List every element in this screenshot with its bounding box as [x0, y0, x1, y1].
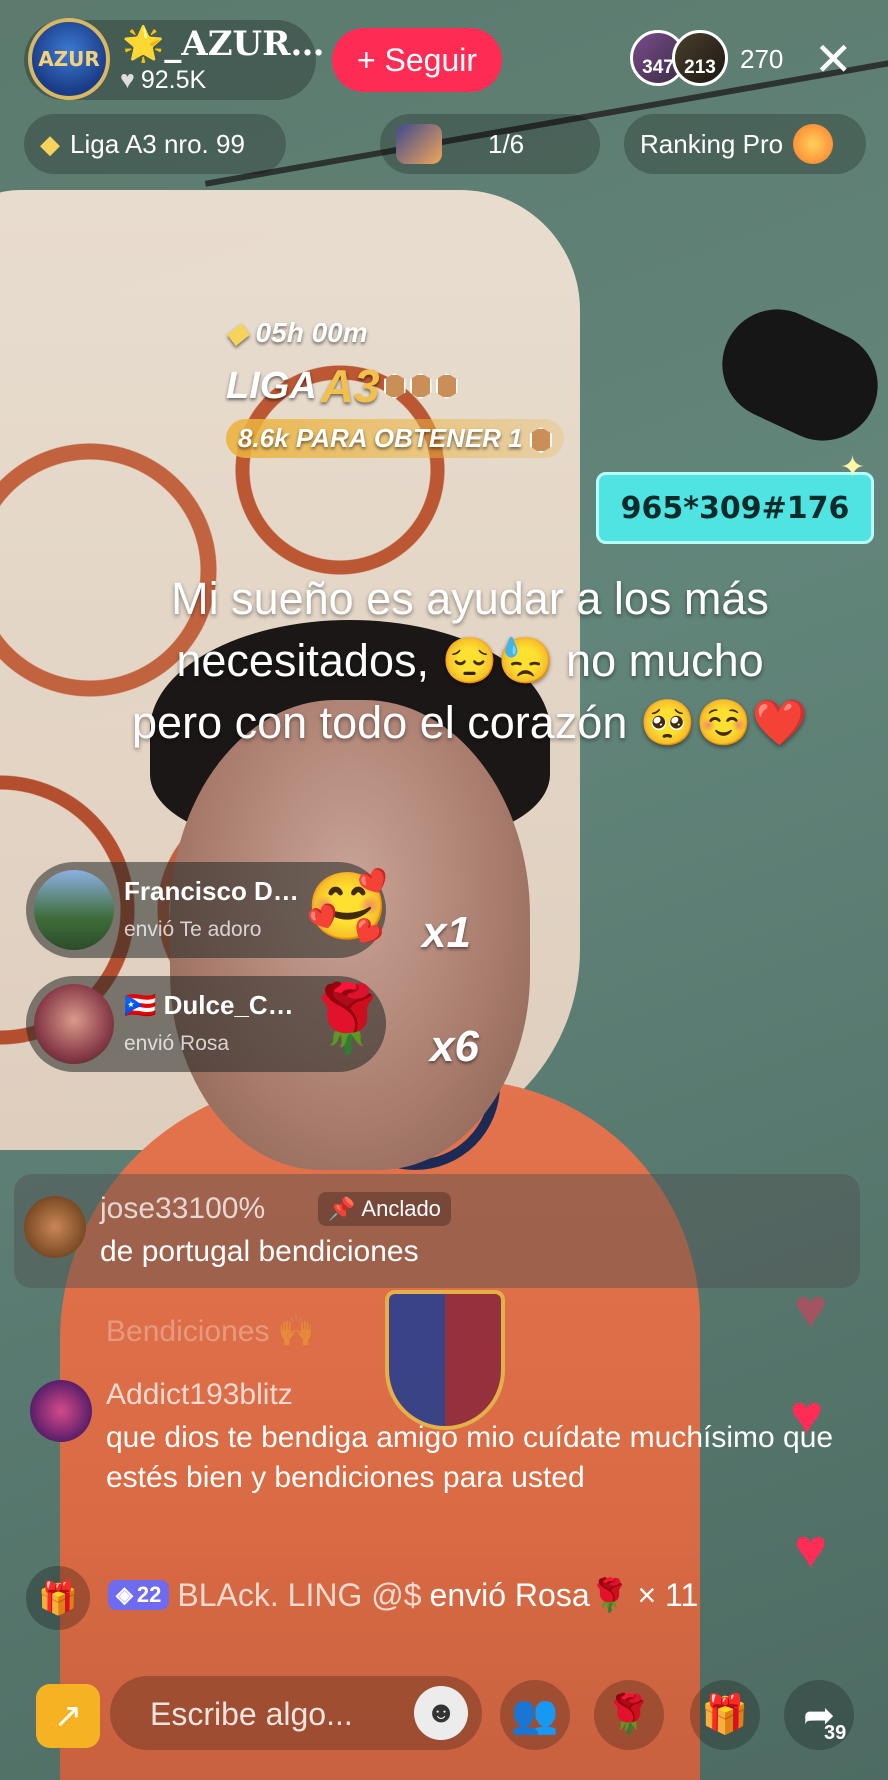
league-timer-value: 05h 00m [255, 316, 368, 348]
viewer-badge: 347 [642, 57, 674, 78]
level-badge: ◈ 22 [108, 1580, 170, 1610]
floating-heart-icon: ♥ [794, 1277, 828, 1340]
pin-icon: 📌 [328, 1196, 356, 1221]
viewer-count[interactable]: 270 [740, 44, 783, 75]
comment-text-faded: Bendiciones 🙌 [106, 1315, 316, 1348]
boost-button[interactable]: ↗ [36, 1684, 100, 1748]
ranking-chip[interactable]: Ranking Pro [624, 114, 866, 174]
rose-icon: 🌹 [605, 1694, 653, 1736]
rank-hex-icon [383, 373, 406, 399]
likes-count: 92.5K [140, 66, 207, 94]
gift-line-user: BLAck. LING @$ [177, 1576, 422, 1613]
diamond-icon: ◆ [40, 128, 60, 159]
rank-hex-icon [409, 373, 432, 399]
trend-up-icon: ↗ [53, 1697, 83, 1735]
league-title-rank: A3 [320, 360, 380, 412]
microphone [704, 291, 888, 459]
gift-te-adoro-icon: 🥰 [306, 869, 389, 943]
gift-activity-line: ◈ 22 BLAck. LING @$ envió Rosa🌹 × 11 [108, 1576, 698, 1614]
event-pager-chip[interactable]: 1/6 [380, 114, 600, 174]
pinned-badge: 📌 Anclado [318, 1192, 451, 1226]
top-viewer-avatar[interactable]: 213 [672, 30, 728, 86]
comment-input[interactable]: Escribe algo... ☻ [110, 1676, 482, 1750]
event-thumbnail-icon [396, 124, 442, 164]
gift-rose-icon: 🌹 [306, 981, 389, 1055]
rose-gift-button[interactable]: 🌹 [594, 1680, 664, 1750]
diamond-icon: ◆ [226, 317, 248, 348]
gift-line-action: envió Rosa🌹 [429, 1577, 630, 1613]
gift-count: x1 [422, 908, 471, 957]
viewer-badge: 213 [684, 57, 716, 78]
ranking-label: Ranking Pro [640, 128, 784, 159]
comment-username[interactable]: Addict193blitz [106, 1378, 293, 1412]
code-text: 965*309#176 [620, 490, 850, 526]
gift-description: envió Rosa [124, 1032, 230, 1055]
comment-text: que dios te bendiga amigo mio cuídate mu… [106, 1421, 834, 1494]
level-value: 22 [136, 1582, 162, 1607]
avatar[interactable] [30, 1380, 92, 1442]
flame-icon [793, 124, 834, 164]
follow-label: + Seguir [356, 41, 478, 78]
gift-sender: Francisco D… [124, 876, 299, 906]
avatar[interactable] [34, 870, 114, 950]
gift-icon: 🎁 [38, 1580, 78, 1616]
floating-heart-icon: ♥ [794, 1517, 828, 1580]
gift-button[interactable]: 🎁 [690, 1680, 760, 1750]
level-diamond-icon: ◈ [116, 1582, 133, 1607]
rank-hex-icon [435, 373, 458, 399]
host-name[interactable]: 🌟_AZUR… [122, 24, 324, 64]
sparkle-icon: ✦ [840, 451, 866, 484]
emoji-button[interactable]: ☻ [414, 1686, 468, 1740]
pinned-badge-label: Anclado [361, 1196, 441, 1221]
host-likes: ♥ 92.5K [120, 66, 206, 95]
follow-button[interactable]: + Seguir [332, 28, 502, 92]
share-count: 39 [824, 1722, 847, 1744]
video-caption: Mi sueño es ayudar a los más necesitados… [132, 573, 808, 748]
league-timer: ◆ 05h 00m [226, 316, 564, 349]
host-avatar-text: AZUR [38, 47, 100, 71]
comment-text: de portugal bendiciones [100, 1235, 419, 1268]
league-goal-text: 8.6k PARA OBTENER 1 [238, 423, 523, 453]
gift-box-button[interactable]: 🎁 [26, 1566, 90, 1630]
avatar[interactable] [34, 984, 114, 1064]
gift-description: envió Te adoro [124, 918, 262, 941]
pager-label: 1/6 [488, 128, 525, 159]
league-title: LIGA A3 [226, 359, 564, 413]
league-chip[interactable]: ◆ Liga A3 nro. 99 [24, 114, 286, 174]
gift-sender: 🇵🇷 Dulce_C… [124, 990, 294, 1020]
league-goal: 8.6k PARA OBTENER 1 [226, 419, 564, 458]
comment-placeholder: Escribe algo... [150, 1696, 353, 1732]
avatar[interactable] [24, 1196, 86, 1258]
league-chip-label: Liga A3 nro. 99 [70, 128, 245, 159]
multi-guest-button[interactable]: 👥 [500, 1680, 570, 1750]
league-widget[interactable]: ◆ 05h 00m LIGA A3 8.6k PARA OBTENER 1 [226, 316, 564, 458]
close-icon[interactable]: ✕ [814, 34, 853, 84]
floating-heart-icon: ♥ [790, 1383, 824, 1446]
heart-icon: ♥ [120, 66, 135, 94]
code-sticker: 965*309#176 [596, 472, 874, 544]
host-avatar[interactable]: AZUR [28, 18, 110, 100]
league-title-prefix: LIGA [226, 364, 317, 407]
gift-line-count: × 11 [637, 1576, 699, 1613]
people-icon: 👥 [511, 1694, 559, 1736]
rank-hex-icon [529, 427, 552, 454]
gift-icon: 🎁 [701, 1694, 749, 1736]
gift-count: x6 [430, 1022, 479, 1071]
shirt-crest [385, 1290, 505, 1430]
comment-username[interactable]: jose33100% [100, 1192, 265, 1226]
